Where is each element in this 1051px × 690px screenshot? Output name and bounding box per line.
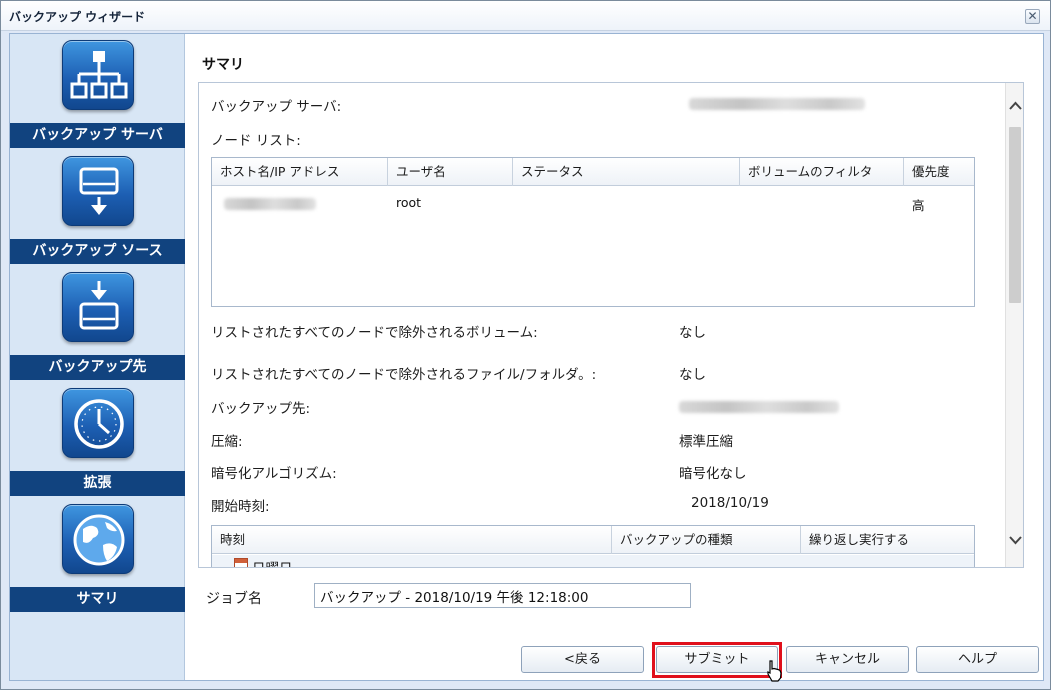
backup-server-value-redacted (689, 98, 865, 110)
back-button[interactable]: <戻る (521, 646, 644, 673)
wizard-content: バックアップ サーバ バックアップ ソース バックアップ先 拡張 サマリ サマリ… (9, 33, 1044, 682)
job-name-input[interactable] (314, 583, 691, 608)
col-user[interactable]: ユーザ名 (388, 158, 513, 186)
table-row[interactable]: root 高 (212, 187, 974, 219)
calendar-icon (234, 558, 248, 567)
scroll-down-arrow-icon[interactable] (1006, 531, 1023, 549)
excluded-files-value: なし (679, 367, 706, 383)
start-time-value: 2018/10/19 (691, 495, 769, 511)
col-status[interactable]: ステータス (513, 158, 740, 186)
drive-download-icon[interactable] (62, 156, 134, 226)
start-time-label: 開始時刻: (211, 499, 270, 515)
schedule-table-header: 時刻 バックアップの種類 繰り返し実行する (212, 526, 974, 554)
compression-label: 圧縮: (211, 434, 243, 450)
close-button[interactable]: ✕ (1025, 9, 1040, 24)
col-priority[interactable]: 優先度 (904, 158, 974, 186)
destination-label: バックアップ先: (211, 401, 311, 417)
vertical-scrollbar[interactable] (1005, 83, 1023, 567)
excluded-files-label: リストされたすべてのノードで除外されるファイル/フォルダ。: (211, 367, 597, 383)
step-label-summary[interactable]: サマリ (10, 587, 185, 612)
help-button[interactable]: ヘルプ (916, 646, 1039, 673)
wizard-steps-sidebar: バックアップ サーバ バックアップ ソース バックアップ先 拡張 サマリ (10, 34, 185, 680)
col-time[interactable]: 時刻 (212, 526, 612, 554)
node-table-header: ホスト名/IP アドレス ユーザ名 ステータス ボリュームのフィルタ 優先度 (212, 158, 974, 186)
table-row[interactable]: 日曜日 (212, 555, 974, 567)
col-repeat[interactable]: 繰り返し実行する (801, 526, 961, 554)
row-user: root (396, 195, 422, 210)
backup-server-label: バックアップ サーバ: (211, 99, 342, 115)
step-label-backup-server[interactable]: バックアップ サーバ (10, 123, 185, 148)
cancel-button[interactable]: キャンセル (786, 646, 909, 673)
window-title: バックアップ ウィザード (9, 10, 146, 24)
summary-panel: サマリ バックアップ サーバ: ノード リスト: ホスト名/IP アドレス ユー… (186, 34, 1043, 682)
schedule-table: 時刻 バックアップの種類 繰り返し実行する 日曜日 (211, 525, 975, 567)
host-value-redacted (224, 198, 316, 210)
scrollbar-thumb[interactable] (1009, 127, 1021, 303)
col-host[interactable]: ホスト名/IP アドレス (212, 158, 388, 186)
submit-button[interactable]: サブミット (656, 646, 778, 673)
drive-upload-icon[interactable] (62, 272, 134, 342)
summary-scroll-area[interactable]: バックアップ サーバ: ノード リスト: ホスト名/IP アドレス ユーザ名 ス… (198, 82, 1024, 568)
col-backup-type[interactable]: バックアップの種類 (612, 526, 801, 554)
hand-cursor-icon (767, 660, 782, 682)
step-label-advanced[interactable]: 拡張 (10, 471, 185, 496)
clock-icon[interactable] (62, 388, 134, 458)
destination-value-redacted (679, 401, 839, 413)
step-label-backup-source[interactable]: バックアップ ソース (10, 239, 185, 264)
node-list-label: ノード リスト: (211, 133, 301, 149)
excluded-volumes-value: なし (679, 325, 706, 341)
schedule-day: 日曜日 (252, 557, 293, 567)
step-label-backup-destination[interactable]: バックアップ先 (10, 355, 185, 380)
title-bar: バックアップ ウィザード ✕ (1, 1, 1050, 31)
excluded-volumes-label: リストされたすべてのノードで除外されるボリューム: (211, 325, 538, 341)
job-name-label: ジョブ名 (206, 591, 262, 607)
col-volume-filter[interactable]: ボリュームのフィルタ (740, 158, 904, 186)
wizard-window: バックアップ ウィザード ✕ バックアップ サーバ バックアップ ソース バック… (0, 0, 1051, 690)
row-priority: 高 (912, 198, 925, 213)
node-list-table: ホスト名/IP アドレス ユーザ名 ステータス ボリュームのフィルタ 優先度 r… (211, 157, 975, 307)
page-title: サマリ (202, 57, 244, 73)
network-tree-icon[interactable] (62, 40, 134, 110)
globe-icon[interactable] (62, 504, 134, 574)
compression-value: 標準圧縮 (679, 434, 733, 450)
encryption-value: 暗号化なし (679, 466, 747, 482)
scroll-up-arrow-icon[interactable] (1006, 97, 1023, 115)
encryption-label: 暗号化アルゴリズム: (211, 466, 337, 482)
